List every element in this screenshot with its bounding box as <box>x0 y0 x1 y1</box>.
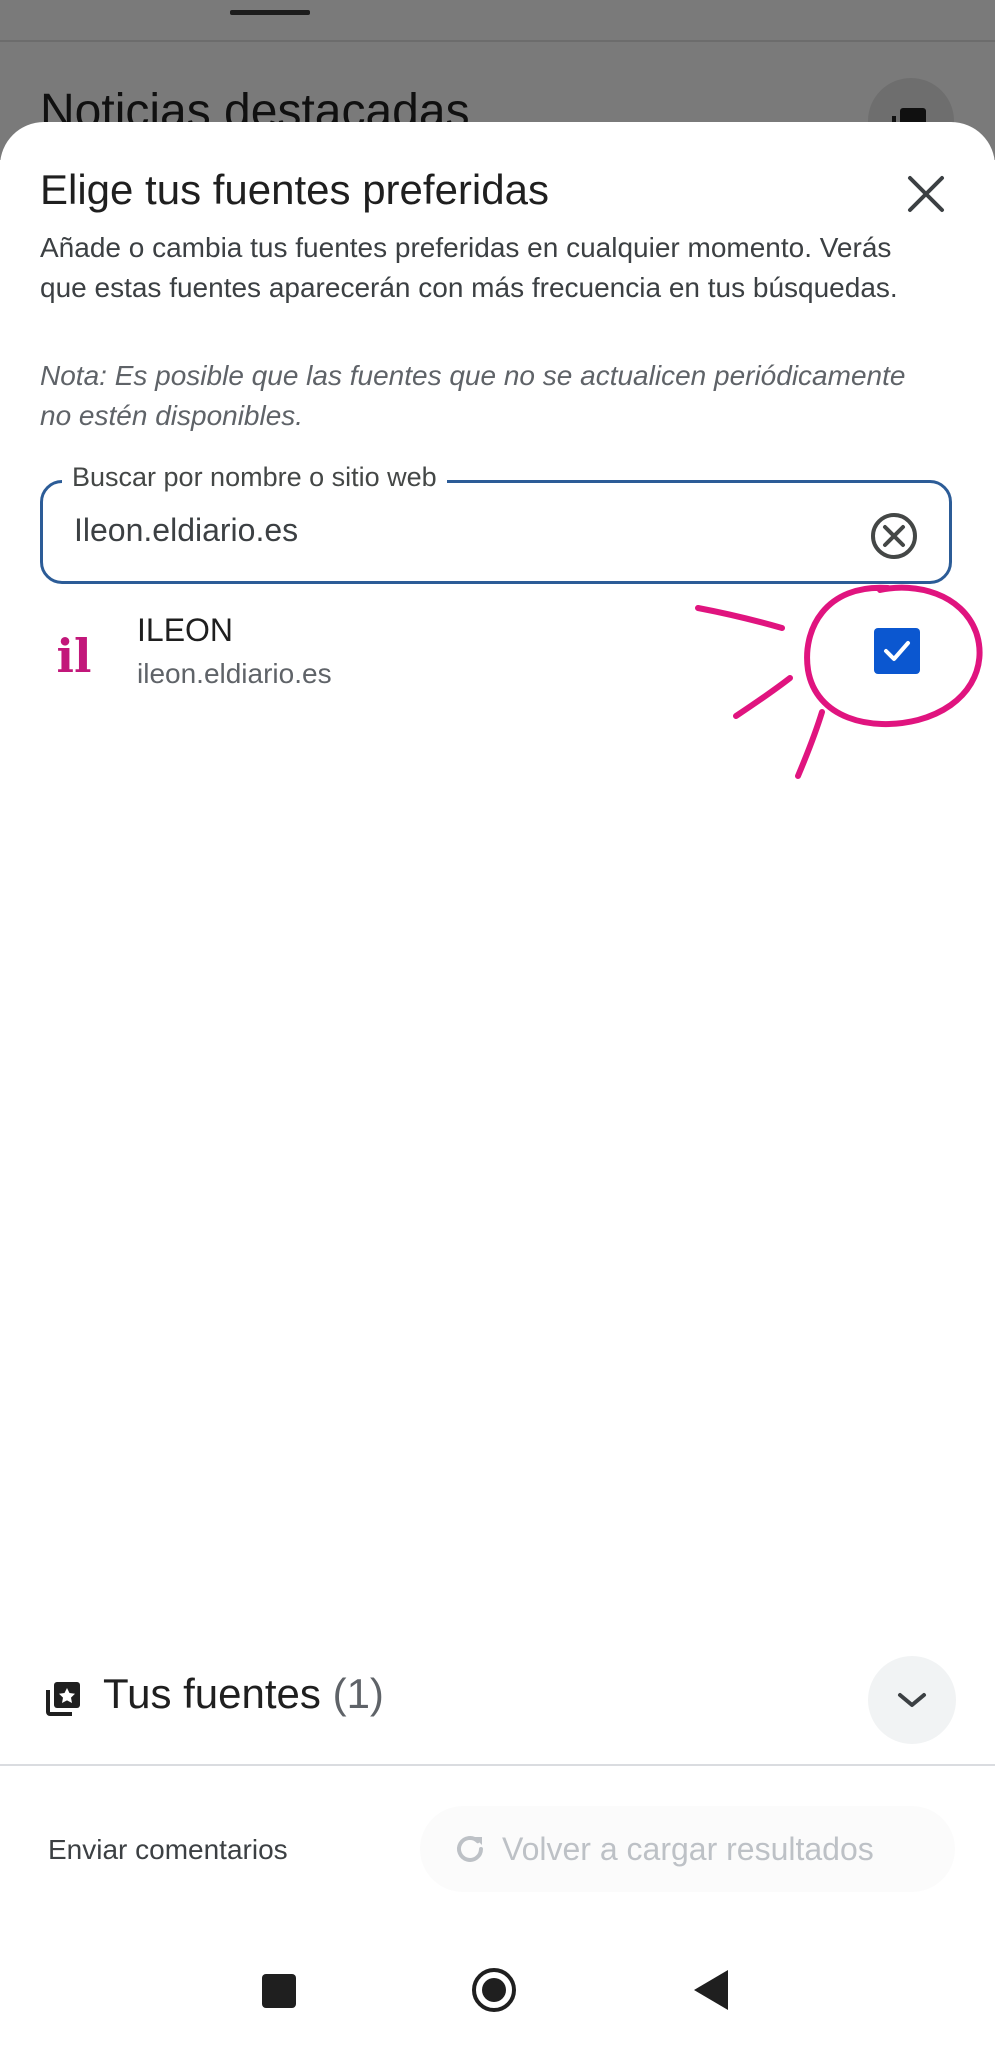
chevron-down-icon <box>898 1693 926 1707</box>
checkmark-icon <box>884 641 910 661</box>
sheet-note: Nota: Es posible que las fuentes que no … <box>40 360 906 431</box>
clear-circle-icon <box>871 513 917 559</box>
footer-divider <box>0 1764 995 1766</box>
clear-search-button[interactable] <box>864 506 924 566</box>
starred-stack-icon <box>46 1682 80 1716</box>
reload-results-button[interactable]: Volver a cargar resultados <box>420 1806 955 1892</box>
favorites-label: Tus fuentes <box>103 1670 321 1717</box>
search-label: Buscar por nombre o sitio web <box>62 462 447 493</box>
reload-results-label: Volver a cargar resultados <box>502 1830 874 1867</box>
sheet-description: Añade o cambia tus fuentes preferidas en… <box>40 232 898 303</box>
sheet-title: Elige tus fuentes preferidas <box>40 166 549 213</box>
close-icon <box>908 176 944 212</box>
back-button[interactable] <box>692 1968 730 2012</box>
background-divider <box>0 40 995 42</box>
background-tab-indicator <box>230 10 310 15</box>
source-url: ileon.eldiario.es <box>137 658 332 689</box>
home-button[interactable] <box>470 1966 518 2014</box>
close-button[interactable] <box>894 162 958 226</box>
search-input-value[interactable]: Ileon.eldiario.es <box>74 512 298 549</box>
favorites-count: (1) <box>332 1670 384 1717</box>
svg-text:il: il <box>57 629 92 683</box>
source-logo: il <box>57 629 92 683</box>
recents-button[interactable] <box>262 1974 296 2008</box>
source-checkbox[interactable] <box>874 628 920 674</box>
source-name: ILEON <box>137 612 234 648</box>
send-feedback-link[interactable]: Enviar comentarios <box>48 1834 288 1866</box>
favorites-title: Tus fuentes (1) <box>103 1670 384 1718</box>
refresh-icon <box>452 1831 488 1867</box>
expand-favorites-button[interactable] <box>868 1656 956 1744</box>
